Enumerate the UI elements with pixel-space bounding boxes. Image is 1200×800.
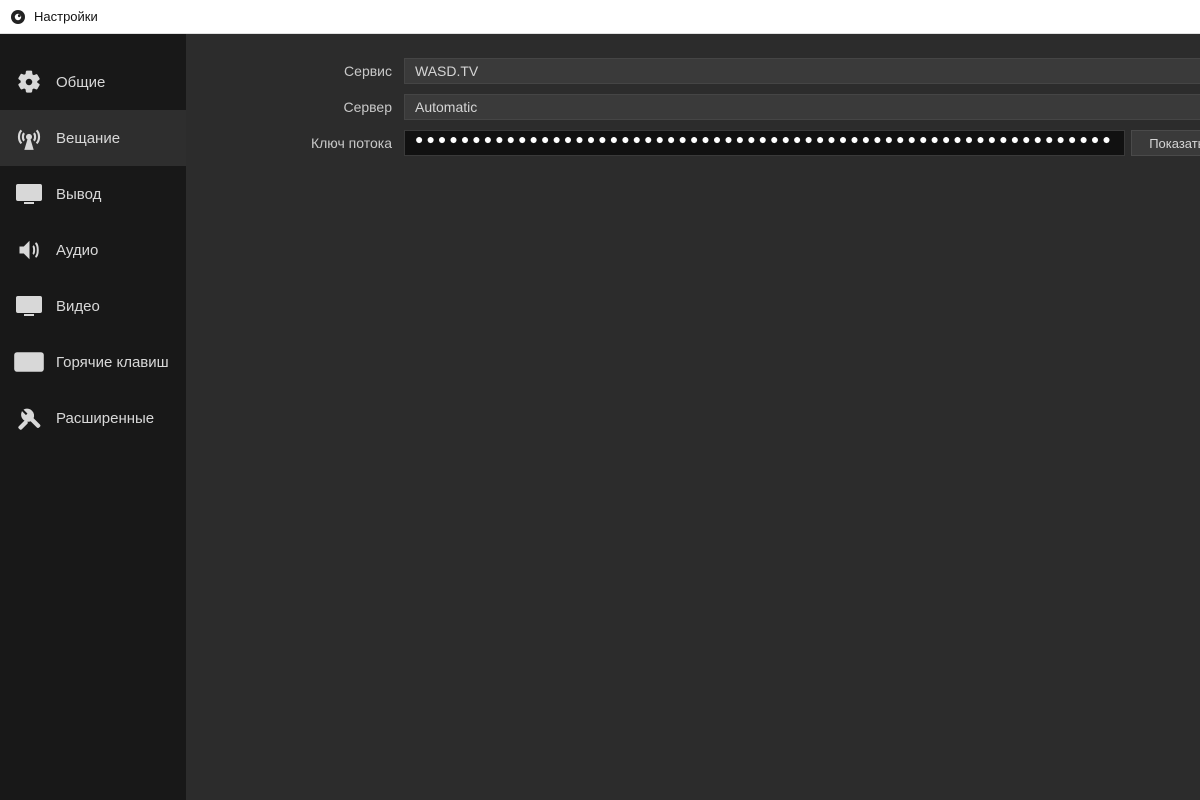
sidebar-item-label: Расширенные [56,410,154,427]
window-title: Настройки [34,9,98,24]
sidebar: Общие Вещание [0,34,186,800]
server-select[interactable]: Automatic [404,94,1200,120]
sidebar-item-label: Общие [56,74,105,91]
server-label: Сервер [194,99,404,115]
row-streamkey: Ключ потока ●●●●●●●●●●●●●●●●●●●●●●●●●●●●… [194,130,1200,156]
server-value: Automatic [415,99,1196,115]
sidebar-item-label: Видео [56,298,100,315]
tools-icon [14,406,44,430]
sidebar-item-label: Горячие клавиш [56,354,169,371]
row-service: Сервис WASD.TV [194,58,1200,84]
gear-icon [14,70,44,94]
sidebar-item-output[interactable]: Вывод [0,166,186,222]
sidebar-item-label: Вывод [56,186,101,203]
sidebar-item-audio[interactable]: Аудио [0,222,186,278]
titlebar: Настройки [0,0,1200,34]
antenna-icon [14,126,44,150]
service-select[interactable]: WASD.TV [404,58,1200,84]
streamkey-label: Ключ потока [194,135,404,151]
streamkey-input[interactable]: ●●●●●●●●●●●●●●●●●●●●●●●●●●●●●●●●●●●●●●●●… [404,130,1125,156]
speaker-icon [14,238,44,262]
sidebar-item-stream[interactable]: Вещание [0,110,186,166]
row-server: Сервер Automatic [194,94,1200,120]
content-panel: Сервис WASD.TV Сервер Automatic [186,34,1200,800]
sidebar-item-general[interactable]: Общие [0,54,186,110]
keyboard-icon [14,350,44,374]
app-icon [10,9,26,25]
sidebar-item-label: Вещание [56,130,120,147]
sidebar-item-hotkeys[interactable]: Горячие клавиш [0,334,186,390]
sidebar-item-advanced[interactable]: Расширенные [0,390,186,446]
output-icon [14,182,44,206]
sidebar-item-label: Аудио [56,242,98,259]
app-body: Общие Вещание [0,34,1200,800]
show-button[interactable]: Показать [1131,130,1200,156]
monitor-icon [14,294,44,318]
service-label: Сервис [194,63,404,79]
service-value: WASD.TV [415,63,1196,79]
sidebar-item-video[interactable]: Видео [0,278,186,334]
